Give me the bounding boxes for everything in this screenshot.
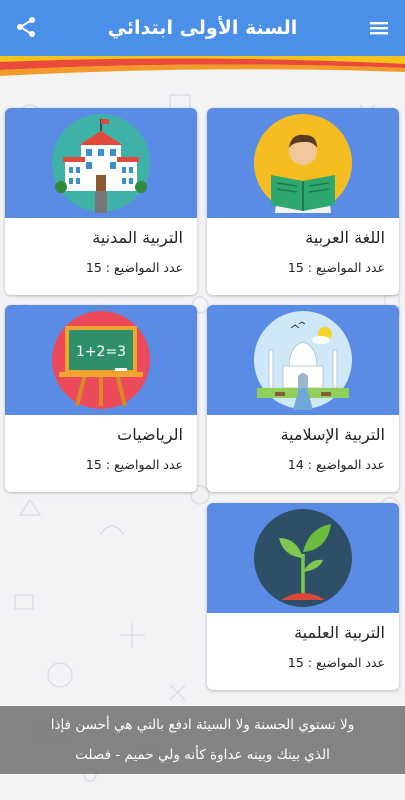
hamburger-menu-icon[interactable] — [367, 16, 391, 40]
subject-name: التربية العلمية — [294, 623, 385, 642]
topics-count: عدد المواضيع : 15 — [287, 655, 385, 670]
header-stripes — [0, 56, 405, 76]
quote-line-1: ولا تستوي الحسنة ولا السيئة ادفع بالتي ه… — [50, 717, 355, 733]
topics-count: عدد المواضيع : 14 — [287, 457, 385, 472]
subject-card-math[interactable]: 1+2=3 الرياضيات عدد المواضيع : 15 — [5, 305, 197, 492]
app-bar: السنة الأولى ابتدائي — [0, 0, 405, 56]
card-image — [207, 503, 399, 613]
subject-name: الرياضيات — [117, 425, 183, 444]
topics-count: عدد المواضيع : 15 — [85, 457, 183, 472]
chalkboard-icon: 1+2=3 — [52, 311, 150, 409]
topics-count: عدد المواضيع : 15 — [287, 260, 385, 275]
subject-name: التربية المدنية — [92, 228, 183, 247]
card-image — [207, 305, 399, 415]
school-building-icon — [52, 114, 150, 213]
subject-name: اللغة العربية — [305, 228, 385, 247]
quote-line-2: الذي بينك وبينه عداوة كأنه ولي حميم - فص… — [75, 747, 330, 763]
mosque-icon — [254, 311, 352, 410]
topics-count: عدد المواضيع : 15 — [85, 260, 183, 275]
subject-card-arabic[interactable]: اللغة العربية عدد المواضيع : 15 — [207, 108, 399, 295]
reading-boy-icon — [254, 114, 352, 213]
card-image — [207, 108, 399, 218]
subject-name: التربية الإسلامية — [280, 425, 385, 444]
quote-banner: ولا تستوي الحسنة ولا السيئة ادفع بالتي ه… — [0, 706, 405, 774]
subject-card-civic[interactable]: التربية المدنية عدد المواضيع : 15 — [5, 108, 197, 295]
subject-card-science[interactable]: التربية العلمية عدد المواضيع : 15 — [207, 503, 399, 690]
card-image: 1+2=3 — [5, 305, 197, 415]
card-image — [5, 108, 197, 218]
page-title: السنة الأولى ابتدائي — [107, 17, 298, 39]
svg-text:1+2=3: 1+2=3 — [76, 344, 126, 360]
plant-sprout-icon — [254, 509, 352, 607]
subject-card-islamic[interactable]: التربية الإسلامية عدد المواضيع : 14 — [207, 305, 399, 492]
